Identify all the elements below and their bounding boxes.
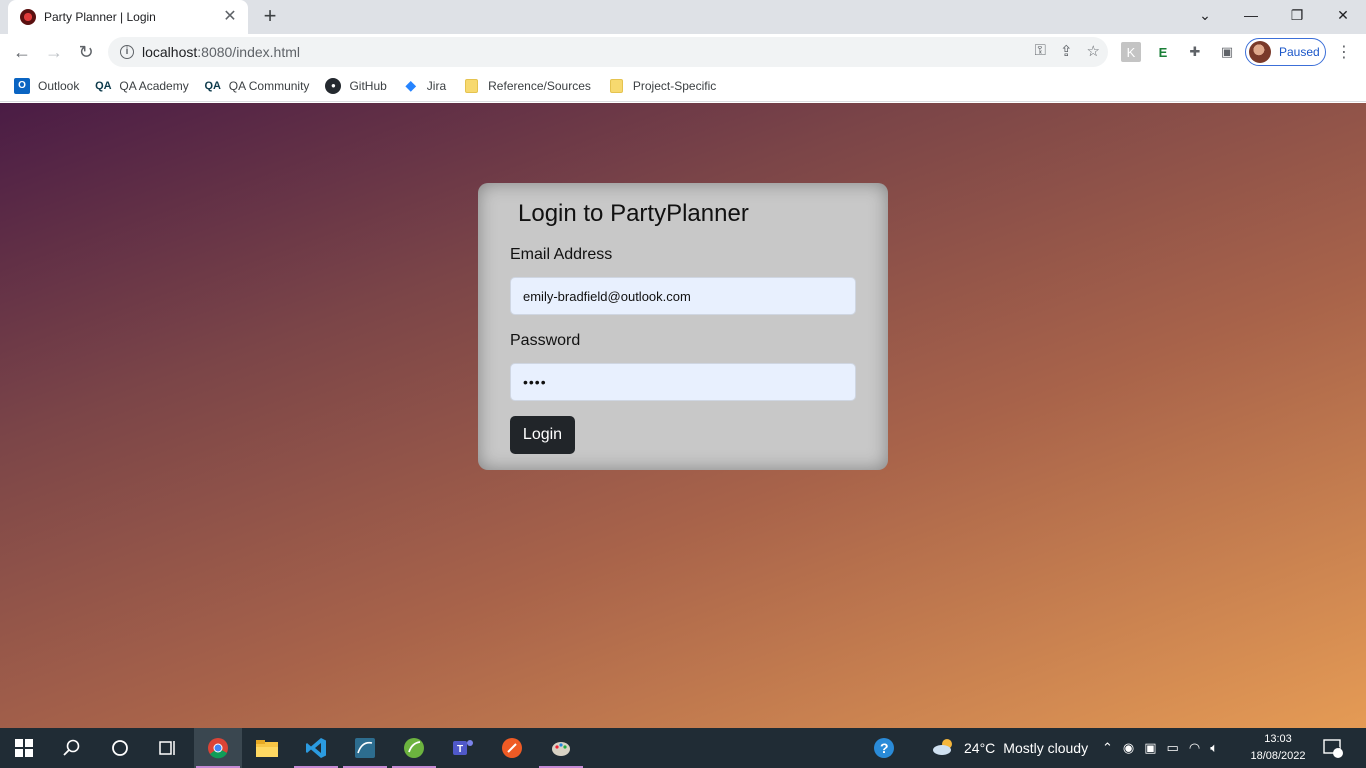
file-explorer-icon[interactable] [243,728,291,768]
party-planner-favicon-icon [20,9,36,25]
bookmark-label: Reference/Sources [488,78,591,93]
qa-icon: QA [204,79,221,92]
folder-icon [609,78,623,93]
svg-text:T: T [457,744,463,755]
task-view-icon[interactable] [144,728,192,768]
browser-tabstrip: Party Planner | Login ✕ + ⌄ — ❐ ✕ [0,0,1366,34]
bookmarks-bar: O Outlook QA QA Academy QA QA Community … [0,70,1366,102]
meet-now-icon[interactable]: ▣ [1144,740,1156,756]
system-tray: ⌃ ◉ ▣ ▭ ◠ 🔈︎ [1102,728,1218,768]
folder-icon [465,78,479,93]
password-field[interactable]: •••• [510,363,856,401]
help-icon[interactable]: ? [872,728,896,768]
vscode-icon[interactable] [292,728,340,768]
bookmark-qa-community[interactable]: QA QA Community [204,78,310,94]
mysql-workbench-icon[interactable] [341,728,389,768]
page-background: Login to PartyPlanner Email Address emil… [0,103,1366,728]
clock[interactable]: 13:03 18/08/2022 [1240,731,1316,765]
bookmark-folder-project[interactable]: Project-Specific [607,78,717,93]
reload-icon[interactable]: ↻ [74,40,98,64]
url-path: :8080/index.html [197,44,300,60]
tab-close-icon[interactable]: ✕ [222,9,238,25]
login-button[interactable]: Login [510,416,575,454]
jira-icon: ◆ [405,77,417,93]
menu-kebab-icon[interactable]: ⋮ [1334,42,1354,62]
login-card: Login to PartyPlanner Email Address emil… [478,183,888,470]
volume-icon[interactable]: 🔈︎ [1210,740,1218,756]
bookmark-label: Outlook [38,78,80,93]
bookmark-label: QA Community [228,78,310,93]
weather-widget[interactable]: 24°C Mostly cloudy [932,728,1088,768]
clock-time: 13:03 [1264,733,1292,745]
record-icon[interactable]: ◉ [1123,740,1134,756]
weather-temp: 24°C [964,740,996,756]
notifications-icon[interactable]: 1 [1322,728,1344,768]
cloudy-weather-icon [932,738,956,759]
email-label: Email Address [510,246,613,263]
bookmark-outlook[interactable]: O Outlook [14,77,80,94]
qa-icon: QA [95,79,112,92]
bookmark-label: Jira [426,78,447,93]
postman-icon[interactable] [488,728,536,768]
restore-button[interactable]: ❐ [1274,0,1320,30]
browser-tab[interactable]: Party Planner | Login ✕ [8,0,248,34]
bookmark-jira[interactable]: ◆ Jira [403,77,447,94]
paint-icon[interactable] [537,728,585,768]
extensions-puzzle-icon[interactable]: ✚ [1185,42,1205,62]
login-title: Login to PartyPlanner [518,200,749,227]
bookmark-star-icon[interactable]: ☆ [1087,42,1100,60]
bookmark-label: GitHub [349,78,387,93]
cortana-icon[interactable] [96,728,144,768]
minimize-button[interactable]: — [1228,0,1274,30]
windows-taskbar: T ? 24°C Mostly cloudy ⌃ ◉ ▣ ▭ ◠ 🔈︎ 13:0… [0,728,1366,768]
url-text: localhost:8080/index.html [142,44,300,60]
svg-text:?: ? [880,740,889,756]
url-host: localhost [142,44,198,60]
github-icon: ● [325,77,342,94]
bookmark-label: Project-Specific [632,78,717,93]
share-icon[interactable]: ⇪ [1060,42,1073,60]
tab-search-icon[interactable]: ⌄ [1182,0,1228,30]
forward-arrow-icon[interactable]: → [42,40,66,64]
chrome-taskbar-icon[interactable] [194,728,242,768]
side-panel-icon[interactable]: ▣ [1217,42,1237,62]
key-icon[interactable]: ⚿ [1035,42,1046,60]
avatar [1249,41,1271,63]
search-icon[interactable] [48,728,96,768]
profile-status: Paused [1279,45,1320,59]
bookmark-folder-reference[interactable]: Reference/Sources [462,78,591,93]
teams-icon[interactable]: T [439,728,487,768]
spring-tool-suite-icon[interactable] [390,728,438,768]
site-info-icon[interactable]: i [120,45,134,59]
profile-button[interactable]: Paused [1245,38,1326,66]
new-tab-button[interactable]: + [258,5,282,29]
email-field[interactable]: emily-bradfield@outlook.com [510,277,856,315]
clock-date: 18/08/2022 [1250,750,1306,762]
chevron-up-icon[interactable]: ⌃ [1102,740,1113,756]
notification-count: 1 [1335,740,1341,750]
weather-description: Mostly cloudy [1003,740,1089,756]
wifi-icon[interactable]: ◠ [1189,740,1200,756]
bookmark-label: QA Academy [119,78,189,93]
outlook-icon: O [14,77,30,94]
extension-e-icon[interactable]: E [1153,42,1173,62]
bookmark-qa-academy[interactable]: QA QA Academy [95,78,189,94]
close-window-button[interactable]: ✕ [1320,0,1366,30]
browser-toolbar: ← → ↻ i localhost:8080/index.html ⚿ ⇪ ☆ … [0,34,1366,70]
password-label: Password [510,332,581,349]
tab-title: Party Planner | Login [44,10,156,24]
address-bar[interactable]: i localhost:8080/index.html ⚿ ⇪ ☆ [108,37,1108,67]
extension-k-icon[interactable]: K [1121,42,1141,62]
windows-start-icon[interactable] [0,728,48,768]
bookmark-github[interactable]: ● GitHub [325,77,387,94]
battery-icon[interactable]: ▭ [1167,740,1179,756]
back-arrow-icon[interactable]: ← [10,40,34,64]
